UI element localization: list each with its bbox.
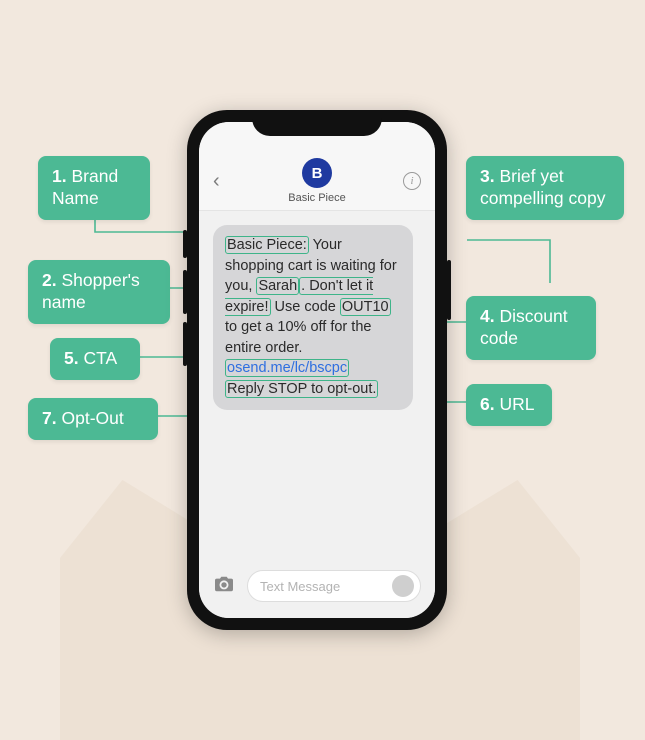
callout-number: 1. [52, 166, 67, 186]
callout-text: Opt-Out [61, 408, 123, 428]
callout-discount-code: 4. Discount code [466, 296, 596, 360]
callout-text: URL [499, 394, 534, 414]
callout-brand-name: 1. Brand Name [38, 156, 150, 220]
highlight-shopper-name: Sarah [256, 277, 299, 295]
back-icon[interactable]: ‹ [213, 171, 231, 191]
highlight-brand: Basic Piece: [225, 236, 309, 254]
info-icon[interactable]: i [403, 172, 421, 190]
avatar-initial: B [312, 165, 323, 182]
phone-side-button [447, 260, 451, 320]
message-thread: Basic Piece: Your shopping cart is waiti… [199, 211, 435, 560]
msg-text: to get a 10% off for the entire order. [225, 319, 371, 356]
callout-number: 4. [480, 306, 495, 326]
callout-cta: 5. CTA [50, 338, 140, 380]
phone-side-button [183, 322, 187, 366]
contact-header[interactable]: B Basic Piece [288, 158, 345, 204]
compose-bar: Text Message [199, 560, 435, 618]
callout-number: 3. [480, 166, 495, 186]
phone-side-button [183, 230, 187, 258]
messages-topbar: ‹ B Basic Piece i [199, 122, 435, 211]
callout-url: 6. URL [466, 384, 552, 426]
sms-bubble: Basic Piece: Your shopping cart is waiti… [213, 225, 413, 410]
camera-icon[interactable] [213, 575, 235, 598]
phone-side-button [183, 270, 187, 314]
callout-compelling-copy: 3. Brief yet compelling copy [466, 156, 624, 220]
callout-shopper-name: 2. Shopper's name [28, 260, 170, 324]
callout-number: 7. [42, 408, 57, 428]
avatar: B [302, 158, 332, 188]
phone-screen: ‹ B Basic Piece i Basic Piece: Your shop… [199, 122, 435, 618]
callout-text: Shopper's name [42, 270, 140, 312]
compose-placeholder: Text Message [260, 579, 340, 594]
callout-text: Brief yet compelling copy [480, 166, 605, 208]
callout-text: CTA [83, 348, 117, 368]
contact-name: Basic Piece [288, 192, 345, 204]
callout-number: 2. [42, 270, 57, 290]
highlight-opt-out: Reply STOP to opt-out. [225, 380, 378, 398]
highlight-url[interactable]: osend.me/lc/bscpc [225, 359, 349, 377]
highlight-discount-code: OUT10 [340, 298, 391, 316]
msg-text: Use code [271, 299, 340, 315]
compose-input[interactable]: Text Message [247, 570, 421, 602]
callout-number: 5. [64, 348, 79, 368]
callout-opt-out: 7. Opt-Out [28, 398, 158, 440]
mic-icon[interactable] [392, 575, 414, 597]
callout-number: 6. [480, 394, 495, 414]
phone-frame: ‹ B Basic Piece i Basic Piece: Your shop… [187, 110, 447, 630]
